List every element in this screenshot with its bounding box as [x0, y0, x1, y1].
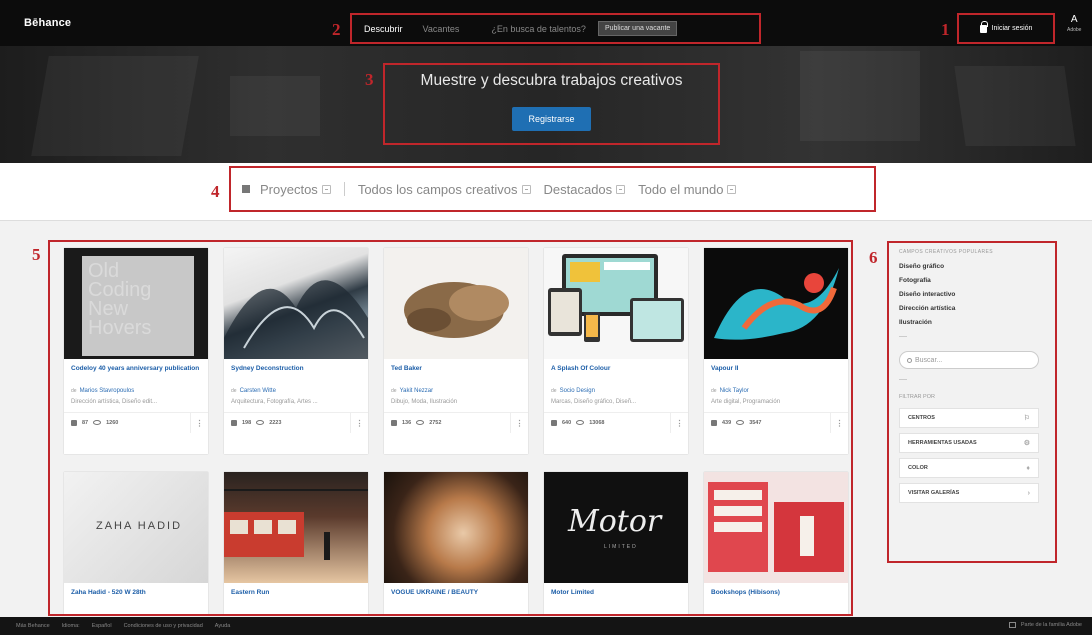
callout-box-1	[957, 13, 1055, 44]
hero-bg-shape	[800, 51, 920, 141]
footer-language-select[interactable]: Español	[92, 623, 112, 629]
footer-more-behance[interactable]: Más Behance	[16, 623, 50, 629]
hero-bg-shape	[31, 56, 199, 156]
footer-help-link[interactable]: Ayuda	[215, 623, 231, 629]
behance-logo[interactable]: Bēhance	[24, 17, 71, 29]
hero-bg-shape	[230, 76, 320, 136]
adobe-family-link[interactable]: Parte de la familia Adobe	[1008, 622, 1082, 628]
hero-bg-shape	[954, 66, 1076, 146]
callout-number-4: 4	[211, 182, 220, 201]
callout-number-3: 3	[365, 70, 374, 89]
callout-number-5: 5	[32, 245, 41, 264]
callout-box-2	[350, 13, 761, 44]
adobe-logo-mark: A	[1070, 14, 1078, 25]
facebook-icon	[1008, 622, 1016, 628]
callout-number-2: 2	[332, 20, 341, 39]
callout-number-1: 1	[941, 20, 950, 39]
footer: Más Behance Idioma: Español Condiciones …	[0, 617, 1092, 635]
callout-box-6	[887, 241, 1057, 563]
footer-language-label: Idioma:	[61, 623, 80, 629]
adobe-logo-label: Adobe	[1067, 27, 1082, 33]
footer-terms-link[interactable]: Condiciones de uso y privacidad	[124, 623, 203, 629]
adobe-logo[interactable]: A Adobe	[1067, 15, 1081, 35]
callout-box-3	[383, 63, 720, 145]
callout-box-5	[48, 240, 853, 616]
callout-number-6: 6	[869, 248, 878, 267]
callout-box-4	[229, 166, 876, 212]
adobe-family-label: Parte de la familia Adobe	[1020, 622, 1082, 628]
